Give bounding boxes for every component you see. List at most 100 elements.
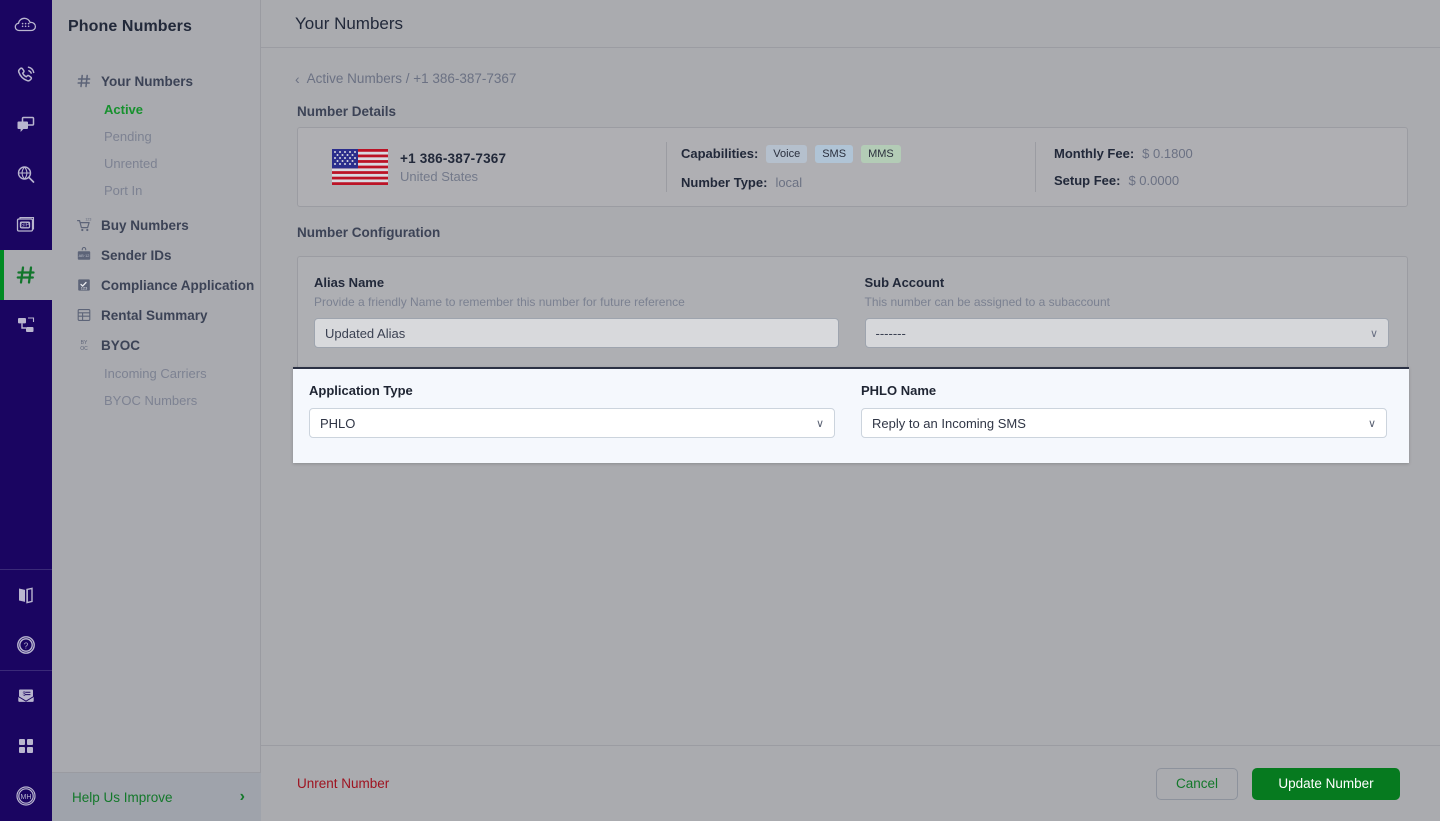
alias-name-input[interactable]: Updated Alias xyxy=(314,318,839,348)
alias-name-field: Alias Name Provide a friendly Name to re… xyxy=(314,275,839,348)
rail-item-billing[interactable]: $ xyxy=(0,671,52,721)
application-type-field: Application Type PHLO ∨ xyxy=(309,383,835,463)
action-footer: Unrent Number Cancel Update Number xyxy=(261,745,1440,821)
primary-icon-rail: SIP xyxy=(0,0,52,821)
phlo-name-field: PHLO Name Reply to an Incoming SMS ∨ xyxy=(861,383,1387,463)
svg-text:123: 123 xyxy=(85,217,91,221)
capabilities-column: Capabilities: Voice SMS MMS Number Type:… xyxy=(667,128,1035,206)
apps-grid-icon xyxy=(15,735,37,757)
monthly-fee-value: $ 0.1800 xyxy=(1142,146,1193,161)
number-text-block: +1 386-387-7367 United States xyxy=(400,151,506,184)
sidebar-title: Phone Numbers xyxy=(52,0,260,36)
svg-text:123: 123 xyxy=(81,286,88,291)
rail-item-voice[interactable] xyxy=(0,50,52,100)
rail-top-group: SIP xyxy=(0,0,52,350)
chevron-down-icon: ∨ xyxy=(1370,327,1378,340)
help-question-icon: ? xyxy=(14,633,38,657)
sidebar-item-unrented[interactable]: Unrented xyxy=(52,150,260,177)
table-grid-icon xyxy=(76,307,92,323)
sidebar-item-pending[interactable]: Pending xyxy=(52,123,260,150)
number-type-row: Number Type: local xyxy=(681,175,1035,190)
monthly-fee-row: Monthly Fee: $ 0.1800 xyxy=(1054,146,1407,161)
help-us-improve-button[interactable]: Help Us Improve › xyxy=(52,772,261,821)
fees-column: Monthly Fee: $ 0.1800 Setup Fee: $ 0.000… xyxy=(1036,128,1407,206)
phlo-name-select[interactable]: Reply to an Incoming SMS ∨ xyxy=(861,408,1387,438)
sidebar-item-rental-summary[interactable]: Rental Summary xyxy=(52,300,260,330)
breadcrumb[interactable]: ‹ Active Numbers / +1 386-387-7367 xyxy=(261,48,1440,86)
application-type-label: Application Type xyxy=(309,383,835,398)
page-header: Your Numbers xyxy=(261,0,1440,48)
setup-fee-label: Setup Fee: xyxy=(1054,173,1120,188)
update-number-button[interactable]: Update Number xyxy=(1252,768,1400,800)
number-details-card: +1 386-387-7367 United States Capabiliti… xyxy=(297,127,1408,207)
rail-item-account[interactable]: MH xyxy=(0,771,52,821)
sidebar-label: Buy Numbers xyxy=(101,218,189,233)
byoc-icon: BY OC xyxy=(76,337,92,353)
rail-item-docs[interactable] xyxy=(0,570,52,620)
lookup-search-icon xyxy=(13,162,39,188)
number-identity: +1 386-387-7367 United States xyxy=(332,149,666,185)
sip-trunk-icon: SIP xyxy=(13,212,39,238)
chevron-down-icon: ∨ xyxy=(1368,417,1376,430)
unrent-number-link[interactable]: Unrent Number xyxy=(297,776,389,791)
phlo-name-value: Reply to an Incoming SMS xyxy=(872,416,1368,431)
svg-text:OC: OC xyxy=(80,346,88,352)
alias-name-hint: Provide a friendly Name to remember this… xyxy=(314,295,839,309)
svg-text:AB·12: AB·12 xyxy=(79,253,90,258)
cloud-dialpad-icon xyxy=(13,12,39,38)
chevron-down-icon: ∨ xyxy=(816,417,824,430)
help-us-improve-label: Help Us Improve xyxy=(72,790,173,805)
rail-item-flows[interactable] xyxy=(0,300,52,350)
id-badge-icon: AB·12 xyxy=(76,247,92,263)
sidebar-item-active[interactable]: Active xyxy=(52,96,260,123)
application-type-value: PHLO xyxy=(320,416,816,431)
phone-call-icon xyxy=(13,62,39,88)
rail-item-sip[interactable]: SIP xyxy=(0,200,52,250)
sub-account-label: Sub Account xyxy=(865,275,1390,290)
main-content: Your Numbers ‹ Active Numbers / +1 386-3… xyxy=(261,0,1440,821)
sidebar-nav: Your Numbers Active Pending Unrented Por… xyxy=(52,36,260,414)
svg-text:MH: MH xyxy=(21,794,32,801)
sidebar-item-port-in[interactable]: Port In xyxy=(52,177,260,204)
svg-text:?: ? xyxy=(24,641,29,650)
sidebar-item-buy-numbers[interactable]: 123 Buy Numbers xyxy=(52,204,260,240)
sidebar-item-sender-ids[interactable]: AB·12 Sender IDs xyxy=(52,240,260,270)
sidebar-label: Your Numbers xyxy=(101,74,193,89)
hash-numbers-icon xyxy=(14,263,38,287)
sub-account-select[interactable]: ------- ∨ xyxy=(865,318,1390,348)
rail-bottom-group: ? $ xyxy=(0,570,52,821)
cancel-button[interactable]: Cancel xyxy=(1156,768,1238,800)
rail-item-lookup[interactable] xyxy=(0,150,52,200)
rail-item-help[interactable]: ? xyxy=(0,620,52,670)
alias-name-value: Updated Alias xyxy=(325,326,828,341)
avatar-icon: MH xyxy=(13,783,39,809)
cart-123-icon: 123 xyxy=(76,217,92,233)
capability-badge-sms: SMS xyxy=(815,145,853,163)
country-name: United States xyxy=(400,169,506,184)
us-flag-icon xyxy=(332,149,388,185)
sidebar-item-byoc[interactable]: BY OC BYOC xyxy=(52,330,260,360)
sidebar-label: Rental Summary xyxy=(101,308,208,323)
sidebar-item-incoming-carriers[interactable]: Incoming Carriers xyxy=(52,360,260,387)
sidebar-item-compliance-application[interactable]: 123 Compliance Application xyxy=(52,270,260,300)
compliance-123-icon: 123 xyxy=(76,277,92,293)
sidebar-label: BYOC xyxy=(101,338,140,353)
application-type-select[interactable]: PHLO ∨ xyxy=(309,408,835,438)
capability-badge-mms: MMS xyxy=(861,145,901,163)
billing-envelope-icon: $ xyxy=(14,684,38,708)
svg-text:SIP: SIP xyxy=(21,223,30,229)
messaging-icon xyxy=(13,112,39,138)
rail-item-messaging[interactable] xyxy=(0,100,52,150)
rail-item-apps[interactable] xyxy=(0,721,52,771)
number-type-value: local xyxy=(775,175,802,190)
capabilities-label: Capabilities: xyxy=(681,146,758,161)
hash-icon xyxy=(76,73,92,89)
app-root: SIP xyxy=(0,0,1440,821)
rail-item-cloud[interactable] xyxy=(0,0,52,50)
alias-name-label: Alias Name xyxy=(314,275,839,290)
configuration-row-1: Alias Name Provide a friendly Name to re… xyxy=(298,275,1407,348)
rail-item-phone-numbers[interactable] xyxy=(0,250,52,300)
capability-badge-voice: Voice xyxy=(766,145,807,163)
sidebar-item-your-numbers[interactable]: Your Numbers xyxy=(52,66,260,96)
sidebar-item-byoc-numbers[interactable]: BYOC Numbers xyxy=(52,387,260,414)
